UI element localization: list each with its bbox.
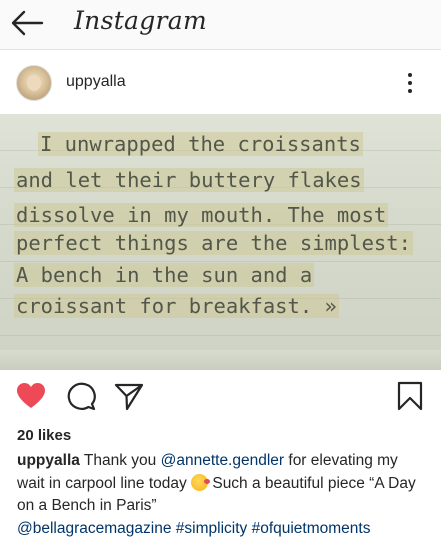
image-text-line: croissant for breakfast. »	[14, 294, 339, 318]
like-button[interactable]	[16, 381, 46, 411]
back-button[interactable]	[10, 9, 44, 39]
post-header: uppyalla	[0, 50, 441, 114]
caption-hashtag[interactable]: #simplicity	[176, 520, 247, 537]
action-bar	[0, 370, 441, 422]
caption-username[interactable]: uppyalla	[17, 452, 80, 469]
more-options-button[interactable]	[400, 70, 420, 96]
caption-mention[interactable]: @annette.gendler	[161, 452, 284, 469]
share-button[interactable]	[114, 381, 144, 411]
back-arrow-icon	[11, 10, 44, 36]
avatar-image	[27, 75, 41, 91]
image-text-line: perfect things are the simplest:	[14, 231, 413, 255]
kissing-face-emoji-icon	[191, 473, 211, 491]
comment-button[interactable]	[66, 381, 96, 411]
heart-icon	[17, 383, 45, 408]
caption-hashtag[interactable]: #ofquietmoments	[252, 520, 371, 537]
image-text-line: I unwrapped the croissants	[38, 132, 363, 156]
post-username[interactable]: uppyalla	[66, 73, 126, 91]
image-text-line: and let their buttery flakes	[14, 168, 364, 192]
top-bar: Instagram	[0, 0, 441, 50]
comment-icon	[67, 382, 96, 411]
image-text-line: A bench in the sun and a	[14, 263, 315, 287]
image-text-line: dissolve in my mouth. The most	[14, 203, 389, 227]
save-button[interactable]	[396, 381, 426, 411]
post-caption: uppyalla Thank you @annette.gendler for …	[17, 450, 427, 540]
app-title: Instagram	[74, 6, 208, 35]
caption-mention[interactable]: @bellagracemagazine	[17, 520, 171, 537]
likes-count[interactable]: 20 likes	[17, 427, 71, 444]
bookmark-icon	[397, 381, 423, 411]
post-image[interactable]: I unwrapped the croissants and let their…	[0, 114, 441, 370]
direct-share-icon	[114, 383, 144, 411]
caption-text: Thank you	[83, 452, 161, 469]
avatar[interactable]	[16, 65, 52, 101]
